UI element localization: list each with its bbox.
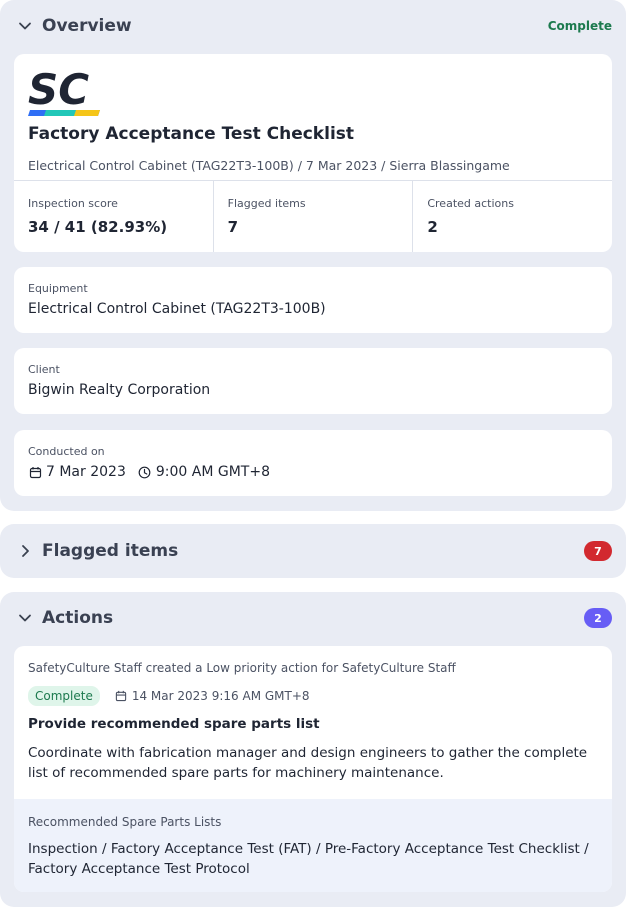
flagged-header[interactable]: Flagged items 7 — [0, 524, 626, 578]
flagged-section: Flagged items 7 — [0, 524, 626, 578]
chevron-down-icon — [16, 17, 34, 35]
calendar-icon — [114, 689, 128, 703]
actions-header[interactable]: Actions 2 — [0, 592, 626, 644]
equipment-card: Equipment Electrical Control Cabinet (TA… — [14, 267, 612, 333]
action-meta: SafetyCulture Staff created a Low priori… — [28, 661, 456, 675]
calendar-icon — [28, 465, 42, 479]
stat-label: Created actions — [427, 197, 514, 210]
conducted-date: 7 Mar 2023 — [46, 464, 126, 480]
conducted-value: 7 Mar 2023 9:00 AM GMT+8 — [28, 464, 270, 480]
overview-header[interactable]: Overview Complete — [0, 0, 626, 52]
action-due-text: 14 Mar 2023 9:16 AM GMT+8 — [131, 689, 310, 703]
action-source[interactable]: Recommended Spare Parts Lists Inspection… — [14, 799, 612, 892]
action-source-path: Inspection / Factory Acceptance Test (FA… — [28, 841, 589, 877]
conducted-label: Conducted on — [28, 445, 105, 458]
safetyculture-logo: SC — [28, 65, 102, 118]
overview-status: Complete — [547, 19, 612, 33]
report-header-card: SC Factory Acceptance Test Checklist Ele… — [14, 54, 612, 252]
chevron-right-icon — [16, 542, 34, 560]
stat-value: 2 — [427, 218, 438, 236]
action-status-row: Complete 14 Mar 2023 9:16 AM GMT+8 — [28, 686, 310, 706]
conducted-card: Conducted on 7 Mar 2023 9:00 AM GMT+8 — [14, 430, 612, 496]
stat-inspection-score: Inspection score 34 / 41 (82.93%) — [14, 181, 214, 252]
report-stats: Inspection score 34 / 41 (82.93%) Flagge… — [14, 180, 612, 252]
action-status-pill: Complete — [28, 686, 100, 706]
client-label: Client — [28, 363, 60, 376]
actions-title: Actions — [42, 608, 114, 628]
overview-section: Overview Complete SC Factory Acceptance … — [0, 0, 626, 511]
overview-title: Overview — [42, 16, 132, 36]
report-subtitle: Electrical Control Cabinet (TAG22T3-100B… — [28, 158, 510, 173]
stat-value: 34 / 41 (82.93%) — [28, 218, 168, 236]
stat-created-actions[interactable]: Created actions 2 — [413, 181, 612, 252]
client-card: Client Bigwin Realty Corporation — [14, 348, 612, 414]
client-value: Bigwin Realty Corporation — [28, 382, 211, 398]
flagged-count-badge: 7 — [584, 541, 612, 561]
action-description: Coordinate with fabrication manager and … — [28, 745, 588, 781]
equipment-value: Electrical Control Cabinet (TAG22T3-100B… — [28, 301, 326, 317]
stat-value: 7 — [227, 218, 239, 236]
report-title: Factory Acceptance Test Checklist — [28, 124, 355, 144]
stat-label: Inspection score — [28, 197, 118, 210]
logo-lettering: SC — [28, 66, 89, 114]
stat-label: Flagged items — [227, 197, 306, 210]
clock-icon — [138, 465, 152, 479]
action-title: Provide recommended spare parts list — [28, 716, 320, 732]
chevron-down-icon — [16, 609, 34, 627]
action-source-label: Recommended Spare Parts Lists — [28, 815, 222, 829]
flagged-title: Flagged items — [42, 541, 179, 561]
actions-count-badge: 2 — [584, 608, 612, 628]
conducted-time: 9:00 AM GMT+8 — [155, 464, 270, 480]
stat-flagged-items[interactable]: Flagged items 7 — [214, 181, 414, 252]
action-card[interactable]: SafetyCulture Staff created a Low priori… — [14, 646, 612, 892]
action-due: 14 Mar 2023 9:16 AM GMT+8 — [114, 689, 310, 703]
equipment-label: Equipment — [28, 282, 88, 295]
